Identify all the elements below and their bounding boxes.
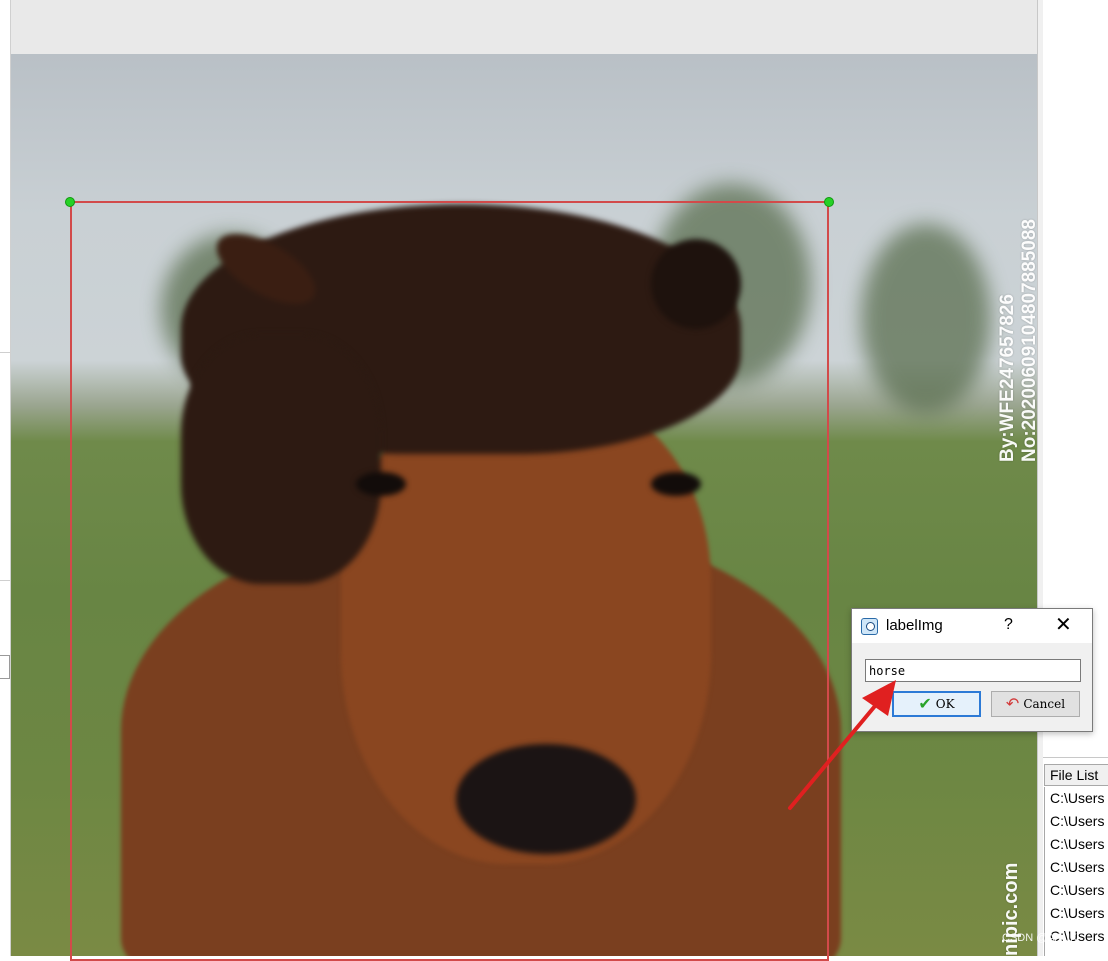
left-panel-divider bbox=[0, 580, 10, 581]
check-icon: ✔ bbox=[918, 694, 932, 713]
left-panel-divider bbox=[0, 352, 10, 353]
csdn-watermark: CSDN @AAUK bbox=[1002, 932, 1078, 944]
close-icon[interactable]: ✕ bbox=[1055, 613, 1072, 637]
dialog-body: ✔ OK ↶ Cancel bbox=[852, 643, 1092, 731]
label-input[interactable] bbox=[865, 659, 1081, 682]
cancel-button-label: Cancel bbox=[1023, 697, 1066, 711]
left-panel-edge bbox=[0, 0, 11, 956]
dialog-titlebar[interactable]: labelImg ? ✕ bbox=[852, 609, 1092, 643]
dialog-title: labelImg bbox=[886, 617, 943, 634]
file-list-header: File List bbox=[1044, 764, 1108, 786]
bounding-box[interactable] bbox=[70, 201, 829, 961]
labelimg-app-icon bbox=[861, 618, 878, 635]
file-list[interactable]: C:\Users C:\Users C:\Users C:\Users C:\U… bbox=[1044, 787, 1108, 956]
file-list-item[interactable]: C:\Users bbox=[1045, 833, 1108, 856]
ok-button-label: OK bbox=[935, 697, 955, 711]
bbox-handle-top-left[interactable] bbox=[65, 197, 75, 207]
file-list-item[interactable]: C:\Users bbox=[1045, 810, 1108, 833]
file-list-item[interactable]: C:\Users bbox=[1045, 879, 1108, 902]
ok-button[interactable]: ✔ OK bbox=[892, 691, 981, 717]
file-list-item[interactable]: C:\Users bbox=[1045, 787, 1108, 810]
file-list-item[interactable]: C:\Users bbox=[1045, 856, 1108, 879]
cancel-button[interactable]: ↶ Cancel bbox=[991, 691, 1080, 717]
file-list-item[interactable]: C:\Users bbox=[1045, 902, 1108, 925]
undo-icon: ↶ bbox=[1005, 694, 1020, 713]
bbox-handle-top-right[interactable] bbox=[824, 197, 834, 207]
background-tree bbox=[861, 224, 991, 414]
label-dialog: labelImg ? ✕ ✔ OK ↶ Cancel bbox=[851, 608, 1093, 732]
image-watermark-id: By:WFE247657826 No:20200609104807885088 bbox=[997, 219, 1037, 462]
dock-separator bbox=[1043, 757, 1108, 758]
left-panel-field[interactable] bbox=[0, 655, 10, 679]
help-button[interactable]: ? bbox=[1004, 616, 1013, 634]
